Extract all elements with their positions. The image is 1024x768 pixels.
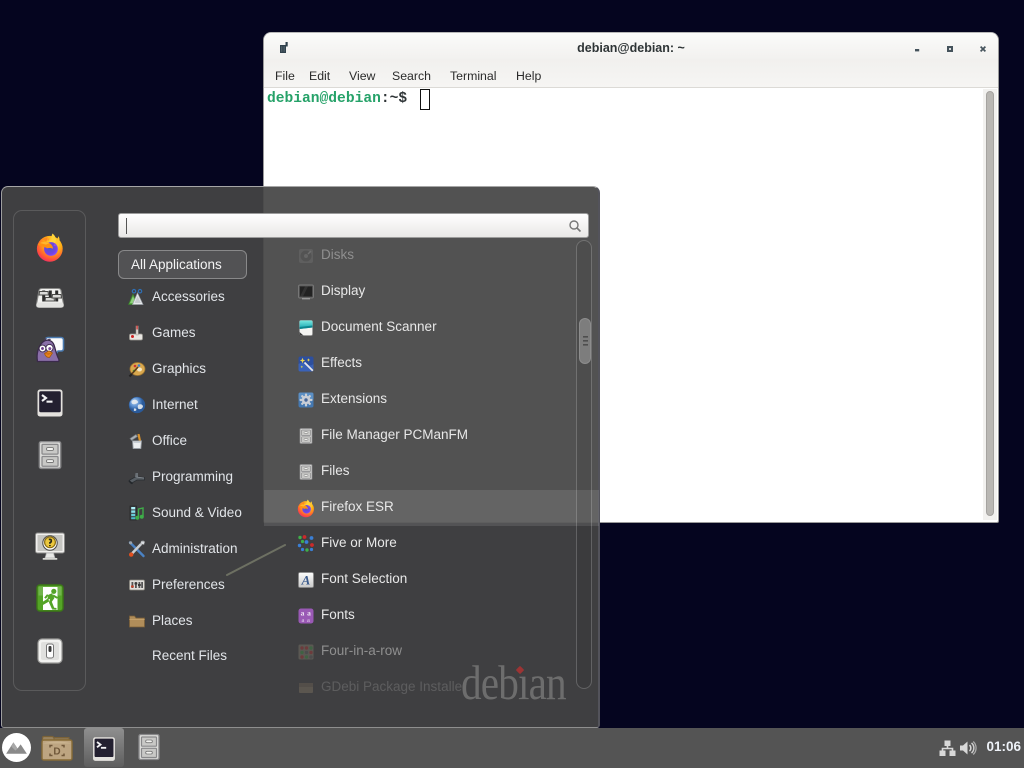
svg-text:D: D bbox=[53, 747, 60, 758]
